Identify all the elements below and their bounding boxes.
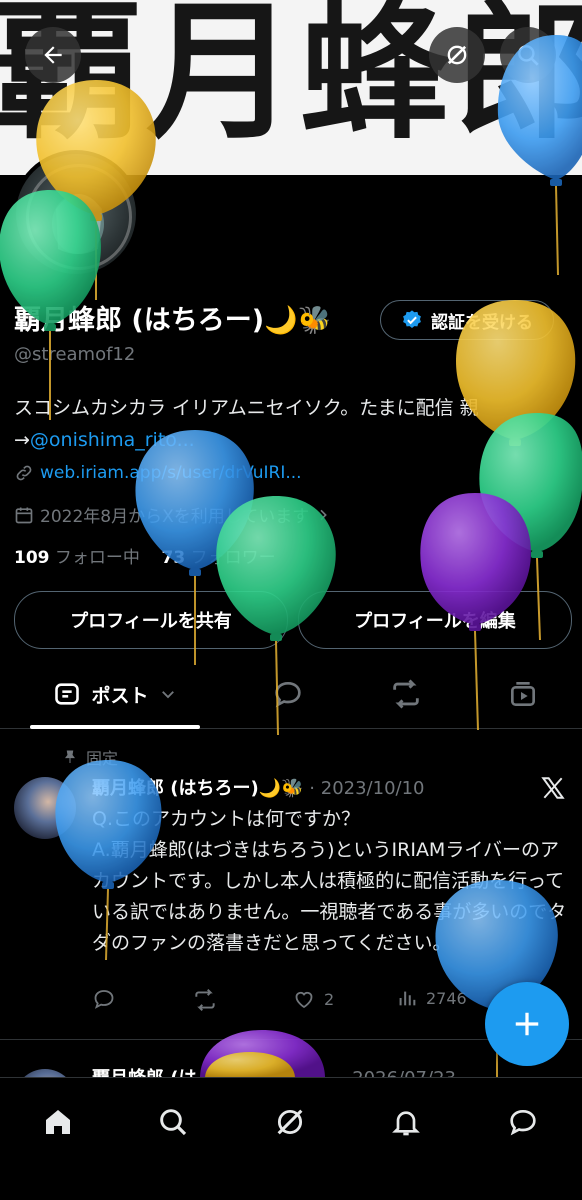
website-link[interactable]: web.iriam.app/s/user/drVuIRI... bbox=[40, 463, 302, 483]
nav-search[interactable] bbox=[153, 1102, 193, 1142]
search-button[interactable] bbox=[500, 27, 556, 83]
profile-bio: スコシムカシカラ イリアムニセイソク。たまに配信 親 →@onishima_ri… bbox=[14, 392, 570, 456]
messages-icon bbox=[510, 1109, 536, 1136]
reposts-icon bbox=[393, 679, 419, 709]
views-button[interactable]: 2746 bbox=[396, 987, 467, 1009]
pinned-label: 固定 bbox=[86, 749, 119, 768]
post-text-line1: Q.このアカウントは何ですか？ bbox=[92, 808, 360, 830]
following-link[interactable]: 109 フォロー中 bbox=[14, 548, 140, 568]
tab-posts[interactable]: ポスト bbox=[30, 660, 200, 728]
tab-media[interactable] bbox=[497, 660, 549, 728]
get-verified-label: 認証を受ける bbox=[431, 312, 533, 333]
bottom-navigation bbox=[0, 1077, 582, 1200]
nav-home[interactable] bbox=[38, 1102, 78, 1142]
profile-name: 覇月蜂郎 (はちろー)🌙🐝 bbox=[14, 305, 332, 336]
bio-line: スコシムカシカラ イリアムニセイソク。たまに配信 親 bbox=[14, 397, 479, 419]
grok-nav-icon bbox=[277, 1109, 303, 1135]
profile-avatar[interactable] bbox=[12, 150, 140, 278]
get-verified-button[interactable]: 認証を受ける bbox=[380, 300, 554, 340]
tab-replies[interactable] bbox=[262, 660, 314, 728]
post-tab-icon bbox=[55, 683, 80, 705]
profile-banner[interactable]: 覇月蜂郎 bbox=[0, 0, 582, 175]
avatar-illustration bbox=[52, 194, 104, 254]
search-icon bbox=[160, 1109, 187, 1136]
home-icon bbox=[46, 1110, 70, 1134]
followers-label: フォロワー bbox=[190, 548, 276, 568]
bio-mention-link[interactable]: @onishima_rito... bbox=[30, 429, 195, 451]
grok-icon bbox=[447, 45, 467, 65]
link-icon bbox=[16, 465, 32, 481]
chevron-down-icon bbox=[161, 691, 174, 699]
post-date[interactable]: 2023/10/10 bbox=[321, 778, 425, 799]
post-content: 覇月蜂郎 (はちろー)🌙🐝 · 2023/10/10 Q.このアカウントは何です… bbox=[92, 773, 570, 959]
tab-reposts[interactable] bbox=[380, 660, 432, 728]
like-button[interactable]: 2 bbox=[292, 987, 334, 1011]
nav-grok[interactable] bbox=[270, 1102, 310, 1142]
profile-tabs: ポスト bbox=[0, 660, 582, 729]
followers-link[interactable]: 73 フォロワー bbox=[162, 548, 276, 568]
banner-calligraphy: 覇月蜂郎 bbox=[0, 0, 582, 160]
website-row: web.iriam.app/s/user/drVuIRI... bbox=[14, 463, 302, 483]
joined-row[interactable]: 2022年8月からXを利用しています bbox=[14, 502, 331, 527]
post-header: 覇月蜂郎 (はちろー)🌙🐝 · 2023/10/10 bbox=[92, 773, 570, 804]
joined-date: 2022年8月からXを利用しています bbox=[40, 507, 310, 527]
grok-button[interactable] bbox=[429, 27, 485, 83]
back-arrow-icon bbox=[44, 46, 62, 64]
share-profile-button[interactable]: プロフィールを共有 bbox=[14, 591, 288, 649]
retweet-button[interactable] bbox=[192, 987, 218, 1013]
edit-profile-button[interactable]: プロフィールを編集 bbox=[298, 591, 572, 649]
post-separator: · bbox=[309, 778, 316, 799]
compose-post-button[interactable] bbox=[485, 982, 569, 1066]
calendar-icon bbox=[15, 507, 33, 523]
chevron-right-icon bbox=[320, 509, 328, 520]
x-logo-icon bbox=[540, 775, 566, 805]
reply-icon bbox=[94, 990, 114, 1009]
tab-posts-label: ポスト bbox=[91, 684, 149, 707]
bio-arrow: → bbox=[14, 429, 30, 451]
plus-icon bbox=[515, 1012, 539, 1036]
nav-notifications[interactable] bbox=[386, 1102, 426, 1142]
replies-icon bbox=[275, 681, 301, 708]
reply-button[interactable] bbox=[92, 987, 116, 1011]
post-author-name[interactable]: 覇月蜂郎 (はちろー)🌙🐝 bbox=[92, 778, 304, 799]
follow-stats: 109 フォロー中 73 フォロワー bbox=[14, 543, 276, 568]
like-icon bbox=[295, 991, 313, 1009]
followers-count: 73 bbox=[161, 548, 186, 568]
search-icon bbox=[518, 45, 539, 66]
post-author-avatar[interactable] bbox=[14, 777, 76, 839]
pin-icon bbox=[65, 750, 75, 763]
retweet-icon bbox=[195, 989, 215, 1011]
pinned-indicator: 固定 bbox=[62, 745, 118, 769]
notifications-icon bbox=[392, 1111, 420, 1136]
media-icon bbox=[511, 682, 535, 706]
following-count: 109 bbox=[14, 548, 50, 568]
like-count: 2 bbox=[324, 989, 335, 1009]
view-count: 2746 bbox=[426, 988, 467, 1008]
post-text-line2: A.覇月蜂郎(はづきはちろう)というIRIAMライバーのアカウントです。しかし本… bbox=[92, 839, 567, 954]
views-icon bbox=[399, 991, 416, 1006]
following-label: フォロー中 bbox=[54, 548, 140, 568]
back-button[interactable] bbox=[25, 27, 81, 83]
profile-handle: @streamof12 bbox=[14, 344, 136, 365]
verified-badge-icon bbox=[403, 310, 421, 328]
nav-messages[interactable] bbox=[503, 1102, 543, 1142]
